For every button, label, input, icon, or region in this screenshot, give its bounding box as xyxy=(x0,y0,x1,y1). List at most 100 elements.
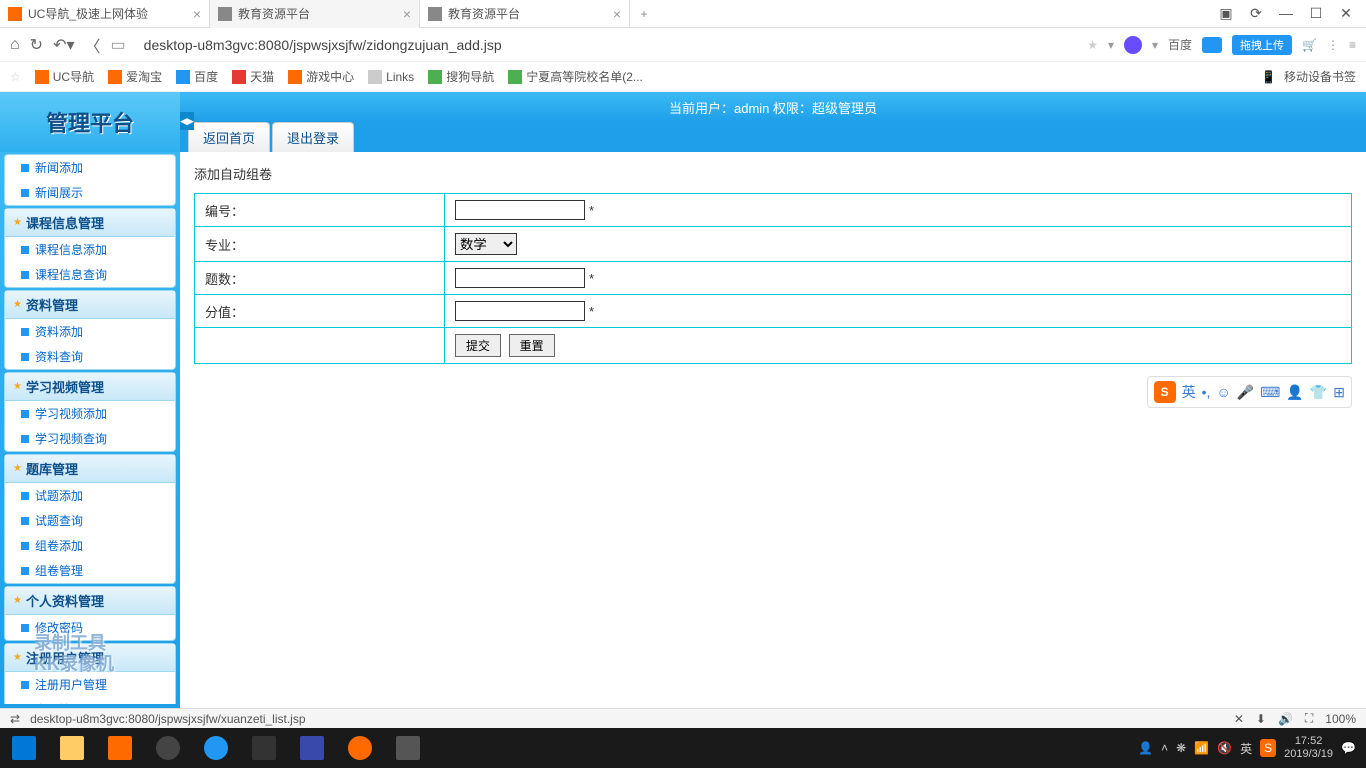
sidebar-item[interactable]: 修改密码 xyxy=(5,615,175,640)
taskbar-app-3[interactable] xyxy=(240,728,288,768)
tray-up-icon[interactable]: ˄ xyxy=(1161,741,1168,755)
tab-close-icon[interactable]: × xyxy=(613,6,621,22)
tray-volume-icon[interactable]: 🔇 xyxy=(1217,741,1232,755)
menu-group-header[interactable]: ★资料管理 xyxy=(5,291,175,319)
menu-group-header[interactable]: ★题库管理 xyxy=(5,455,175,483)
upload-button[interactable]: 拖拽上传 xyxy=(1232,35,1292,55)
mobile-icon[interactable]: 📱 xyxy=(1261,70,1276,84)
sidebar-item[interactable]: 注册用户管理 xyxy=(5,672,175,697)
ime-skin-icon[interactable]: 👕 xyxy=(1310,384,1327,401)
sogou-icon[interactable]: S xyxy=(1154,381,1176,403)
tab-close-icon[interactable]: × xyxy=(193,6,201,22)
sidebar-item[interactable]: 资料查询 xyxy=(5,344,175,369)
tray-fan-icon[interactable]: ❋ xyxy=(1176,741,1186,755)
bookmark-item[interactable]: 游戏中心 xyxy=(288,68,354,85)
browser-tab-1[interactable]: 教育资源平台 × xyxy=(210,0,420,28)
sidebar-item[interactable]: 密码管理 xyxy=(5,697,175,704)
tab-close-icon[interactable]: × xyxy=(403,6,411,22)
tishu-input[interactable] xyxy=(455,268,585,288)
taskbar-app-6[interactable] xyxy=(384,728,432,768)
history-icon[interactable]: ↶▾ xyxy=(53,35,74,55)
search-engine-label[interactable]: 百度 xyxy=(1168,36,1192,53)
zhuanye-select[interactable]: 数学 xyxy=(455,233,517,255)
cloud-icon[interactable] xyxy=(1202,37,1222,53)
sidebar-item[interactable]: 课程信息添加 xyxy=(5,237,175,262)
new-tab-button[interactable]: + xyxy=(630,7,658,21)
star-icon[interactable]: ☆ xyxy=(10,70,21,84)
ime-keyboard-icon[interactable]: ⌨ xyxy=(1260,384,1280,401)
dropdown-icon-2[interactable]: ▾ xyxy=(1152,38,1158,52)
dropdown-icon[interactable]: ▾ xyxy=(1108,38,1114,52)
menu-icon[interactable]: ≡ xyxy=(1349,38,1356,52)
bookmark-item[interactable]: 百度 xyxy=(176,68,218,85)
tray-sogou-icon[interactable]: S xyxy=(1260,739,1276,757)
sidebar-item[interactable]: 组卷添加 xyxy=(5,533,175,558)
bookmark-item[interactable]: 天猫 xyxy=(232,68,274,85)
menu-group-header[interactable]: ★学习视频管理 xyxy=(5,373,175,401)
status-download-icon[interactable]: ⬇ xyxy=(1256,712,1266,726)
refresh-icon[interactable]: ↻ xyxy=(30,35,43,55)
ime-person-icon[interactable]: 👤 xyxy=(1286,384,1303,401)
sidebar-collapse-icon[interactable]: ◀▶ xyxy=(180,112,194,130)
taskbar-app-1[interactable] xyxy=(144,728,192,768)
tab-home[interactable]: 返回首页 xyxy=(188,122,270,152)
taskbar-app-4[interactable] xyxy=(288,728,336,768)
sidebar-item[interactable]: 试题添加 xyxy=(5,483,175,508)
sidebar-item-news-show[interactable]: 新闻展示 xyxy=(5,180,175,205)
taskbar-app-2[interactable] xyxy=(192,728,240,768)
url-field[interactable]: desktop-u8m3gvc:8080/jspwsjxsjfw/zidongz… xyxy=(136,37,1078,53)
browser-tab-0[interactable]: UC导航_极速上网体验 × xyxy=(0,0,210,28)
sidebar-item[interactable]: 组卷管理 xyxy=(5,558,175,583)
window-btn-2[interactable]: ⟳ xyxy=(1248,5,1264,22)
zoom-level[interactable]: 100% xyxy=(1325,712,1356,726)
tray-lang[interactable]: 英 xyxy=(1240,740,1252,757)
status-sound-icon[interactable]: 🔊 xyxy=(1278,712,1293,726)
ime-toolbar[interactable]: S 英 •, ☺ 🎤 ⌨ 👤 👕 ⊞ xyxy=(1147,376,1352,408)
tray-notifications-icon[interactable]: 💬 xyxy=(1341,741,1356,755)
sidebar-item-news-add[interactable]: 新闻添加 xyxy=(5,155,175,180)
status-fullscreen-icon[interactable]: ⛶ xyxy=(1305,711,1313,726)
sidebar-scroll[interactable]: 新闻添加 新闻展示 ★课程信息管理 课程信息添加 课程信息查询 ★资料管理 资料… xyxy=(0,152,180,704)
ime-mic-icon[interactable]: 🎤 xyxy=(1237,384,1254,401)
bookmark-item[interactable]: 搜狗导航 xyxy=(428,68,494,85)
back-icon[interactable]: 〈 xyxy=(85,33,101,57)
menu-group-header[interactable]: ★课程信息管理 xyxy=(5,209,175,237)
bookmark-item[interactable]: 爱淘宝 xyxy=(108,68,162,85)
reset-button[interactable]: 重置 xyxy=(509,334,555,357)
browser-tab-2[interactable]: 教育资源平台 × xyxy=(420,0,630,28)
menu-group-header[interactable]: ★个人资料管理 xyxy=(5,587,175,615)
ime-lang[interactable]: 英 xyxy=(1182,382,1196,402)
cart-icon[interactable]: 🛒 xyxy=(1302,38,1317,52)
favorite-icon[interactable]: ★ xyxy=(1087,38,1098,52)
taskbar-app-5[interactable] xyxy=(336,728,384,768)
tray-person-icon[interactable]: 👤 xyxy=(1138,741,1153,755)
window-minimize[interactable]: — xyxy=(1278,5,1294,22)
status-close-icon[interactable]: ✕ xyxy=(1234,712,1244,726)
sidebar-item[interactable]: 学习视频添加 xyxy=(5,401,175,426)
home-icon[interactable]: ⌂ xyxy=(10,36,20,54)
tab-logout[interactable]: 退出登录 xyxy=(272,122,354,152)
submit-button[interactable]: 提交 xyxy=(455,334,501,357)
menu-group-header[interactable]: ★注册用户管理 xyxy=(5,644,175,672)
fenzhi-input[interactable] xyxy=(455,301,585,321)
tray-clock[interactable]: 17:52 2019/3/19 xyxy=(1284,735,1333,761)
sidebar-item[interactable]: 试题查询 xyxy=(5,508,175,533)
panda-icon[interactable] xyxy=(1124,36,1142,54)
bookmark-item[interactable]: UC导航 xyxy=(35,68,94,85)
mobile-bookmarks-label[interactable]: 移动设备书签 xyxy=(1284,68,1356,85)
window-maximize[interactable]: ☐ xyxy=(1308,5,1324,22)
more-icon[interactable]: ⋮ xyxy=(1327,38,1339,52)
bianhao-input[interactable] xyxy=(455,200,585,220)
ime-punct-icon[interactable]: •, xyxy=(1202,384,1211,400)
window-close[interactable]: ✕ xyxy=(1338,5,1354,22)
ime-toolbox-icon[interactable]: ⊞ xyxy=(1333,384,1345,401)
sidebar-item[interactable]: 课程信息查询 xyxy=(5,262,175,287)
start-button[interactable] xyxy=(0,728,48,768)
bookmark-item[interactable]: 宁夏高等院校名单(2... xyxy=(508,68,643,85)
sidebar-item[interactable]: 学习视频查询 xyxy=(5,426,175,451)
taskbar-explorer[interactable] xyxy=(48,728,96,768)
bookmark-item[interactable]: Links xyxy=(368,70,414,84)
ime-emoji-icon[interactable]: ☺ xyxy=(1216,384,1230,400)
tray-wifi-icon[interactable]: 📶 xyxy=(1194,741,1209,755)
sidebar-item[interactable]: 资料添加 xyxy=(5,319,175,344)
